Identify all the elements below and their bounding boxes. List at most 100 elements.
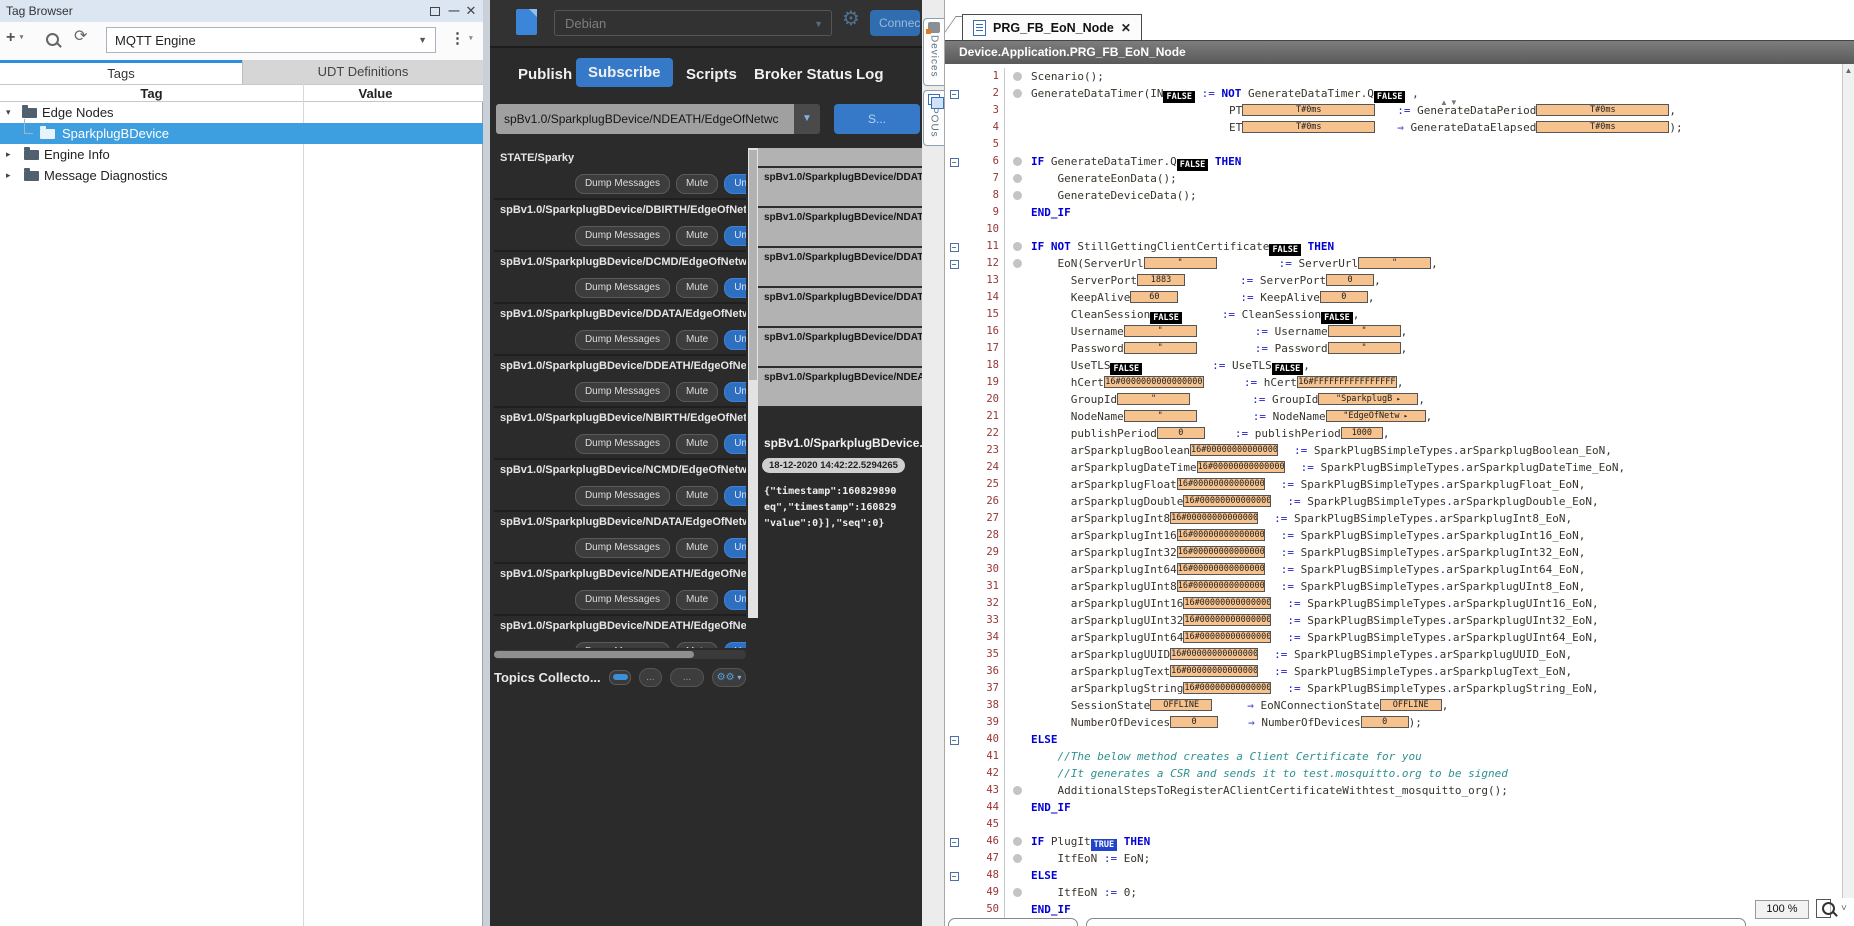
code-line[interactable]: 18 UseTLSFALSE:= UseTLSFALSE, [945, 357, 1854, 374]
unsubscribe-button[interactable]: Uns [724, 174, 746, 194]
nav-tab-publish[interactable]: Publish [518, 66, 572, 83]
subscription-row[interactable]: spBv1.0/SparkplugBDevice/DCMD/EdgeOfNetw… [494, 252, 746, 304]
code-line[interactable]: 49 ItfEoN := 0; [945, 884, 1854, 901]
code-line[interactable]: 47 ItfEoN := EoN; [945, 850, 1854, 867]
code-line[interactable]: 21 NodeName":= NodeName"EdgeOfNetw ▸, [945, 408, 1854, 425]
tab-udt-definitions[interactable]: UDT Definitions [242, 60, 483, 84]
close-tab-icon[interactable]: ✕ [1121, 21, 1131, 35]
subscription-row[interactable]: STATE/SparkyDump MessagesMuteUns [494, 148, 746, 200]
code-line[interactable]: 19 hCert16#0000000000000000:= hCert16#FF… [945, 374, 1854, 391]
received-topic-row[interactable]: spBv1.0/SparkplugBDevice/DDATA/EdgeOfNet… [758, 288, 922, 328]
code-line[interactable]: −12 EoN(ServerUrl":= ServerUrl", [945, 255, 1854, 272]
code-line[interactable]: 42 //It generates a CSR and sends it to … [945, 765, 1854, 782]
mute-button[interactable]: Mute [676, 330, 718, 350]
dump-messages-button[interactable]: Dump Messages [575, 174, 670, 194]
expand-arrow-icon[interactable]: ▸ [6, 165, 11, 186]
code-line[interactable]: 27 arSparkplugInt816#0000000000000000:= … [945, 510, 1854, 527]
dump-messages-button[interactable]: Dump Messages [575, 590, 670, 610]
code-line[interactable]: 13 ServerPort1883:= ServerPort0, [945, 272, 1854, 289]
subscription-row[interactable]: spBv1.0/SparkplugBDevice/NCMD/EdgeOfNetw… [494, 460, 746, 512]
nav-tab-subscribe[interactable]: Subscribe [576, 58, 673, 87]
new-connection-icon[interactable] [516, 9, 537, 35]
fold-toggle-icon[interactable]: − [950, 736, 959, 745]
subscription-row[interactable]: spBv1.0/SparkplugBDevice/NBIRTH/EdgeOfNe… [494, 408, 746, 460]
mute-button[interactable]: Mute [676, 642, 718, 648]
fold-toggle-icon[interactable]: − [950, 872, 959, 881]
code-line[interactable]: 45 [945, 816, 1854, 833]
code-line[interactable]: 43 AdditionalStepsToRegisterAClientCerti… [945, 782, 1854, 799]
expand-arrow-icon[interactable]: ▸ [6, 144, 11, 165]
tree-row[interactable]: ▾Edge Nodes [0, 102, 483, 123]
code-lines[interactable]: 1Scenario();−2GenerateDataTimer(INFALSE … [945, 64, 1854, 918]
code-line[interactable]: 30 arSparkplugInt6416#0000000000000000:=… [945, 561, 1854, 578]
editor-hscroll-thumb-left[interactable] [948, 918, 1078, 926]
tree-row[interactable]: ▸Message Diagnostics [0, 165, 483, 186]
overflow-menu-icon[interactable]: ⋮ ▾ [450, 29, 473, 47]
unsubscribe-button[interactable]: Uns [724, 330, 746, 350]
subscription-row[interactable]: spBv1.0/SparkplugBDevice/NDEATH/EdgeOfNe… [494, 616, 746, 648]
code-line[interactable]: 38 SessionStateOFFLINE⇒ EoNConnectionSta… [945, 697, 1854, 714]
dump-messages-button[interactable]: Dump Messages [575, 278, 670, 298]
column-divider[interactable] [303, 84, 304, 926]
tab-pous[interactable]: POUs [923, 90, 944, 146]
subscription-hscrollbar[interactable] [494, 650, 746, 659]
zoom-magnifier-icon[interactable] [1814, 898, 1838, 920]
received-topic-row[interactable] [758, 148, 922, 168]
unsubscribe-button[interactable]: Uns [724, 382, 746, 402]
chevron-down-icon[interactable]: ▼ [794, 104, 820, 134]
code-line[interactable]: 32 arSparkplugUInt1616#0000000000000000:… [945, 595, 1854, 612]
code-line[interactable]: 41 //The below method creates a Client C… [945, 748, 1854, 765]
code-line[interactable]: 14 KeepAlive60:= KeepAlive0, [945, 289, 1854, 306]
subscription-row[interactable]: spBv1.0/SparkplugBDevice/DBIRTH/EdgeOfNe… [494, 200, 746, 252]
collector-button-1[interactable]: ... [639, 668, 662, 687]
gear-icon[interactable]: ⚙ [842, 6, 860, 31]
code-line[interactable]: 35 arSparkplugUUID16#0000000000000000:= … [945, 646, 1854, 663]
mute-button[interactable]: Mute [676, 174, 718, 194]
mute-button[interactable]: Mute [676, 590, 718, 610]
mute-button[interactable]: Mute [676, 538, 718, 558]
code-line[interactable]: −48ELSE [945, 867, 1854, 884]
unsubscribe-button[interactable]: Uns [724, 538, 746, 558]
chevron-down-icon[interactable]: ▼ [418, 35, 427, 45]
subscribe-topic-combobox[interactable]: spBv1.0/SparkplugBDevice/NDEATH/EdgeOfNe… [496, 104, 794, 134]
fold-toggle-icon[interactable]: − [950, 158, 959, 167]
unsubscribe-button[interactable]: Uns [724, 434, 746, 454]
nav-tab-log[interactable]: Log [856, 66, 884, 83]
tag-browser-titlebar[interactable]: Tag Browser — ✕ [0, 0, 483, 23]
subscription-row[interactable]: spBv1.0/SparkplugBDevice/NDATA/EdgeOfNet… [494, 512, 746, 564]
subscribe-button[interactable]: S... [834, 104, 920, 134]
code-line[interactable]: 24 arSparkplugDateTime16#000000000000000… [945, 459, 1854, 476]
received-topic-row[interactable]: spBv1.0/SparkplugBDevice/NDEATH/EdgeOfNe… [758, 368, 922, 408]
nav-tab-broker-status[interactable]: Broker Status [754, 66, 852, 83]
dump-messages-button[interactable]: Dump Messages [575, 330, 670, 350]
refresh-icon[interactable]: ⟳ [74, 26, 87, 46]
collector-toggle[interactable] [609, 670, 631, 685]
search-icon[interactable] [46, 33, 59, 46]
code-line[interactable]: 9END_IF [945, 204, 1854, 221]
received-topic-row[interactable]: spBv1.0/SparkplugBDevice/DDATA/EdgeOfNet… [758, 168, 922, 208]
scroll-up-icon[interactable]: ▲ [1843, 64, 1854, 75]
received-topic-row[interactable]: spBv1.0/SparkplugBDevice/DDATA/EdgeOfNet… [758, 328, 922, 368]
column-header-value[interactable]: Value [303, 86, 448, 101]
code-line[interactable]: 44END_IF [945, 799, 1854, 816]
mute-button[interactable]: Mute [676, 434, 718, 454]
unsubscribe-button[interactable]: Uns [724, 590, 746, 610]
code-line[interactable]: −40ELSE [945, 731, 1854, 748]
nav-tab-scripts[interactable]: Scripts [686, 66, 737, 83]
fold-toggle-icon[interactable]: − [950, 838, 959, 847]
connection-combobox[interactable]: Debian ▼ [554, 10, 832, 36]
subscription-scrollbar[interactable] [748, 148, 758, 618]
code-line[interactable]: 37 arSparkplugString16#0000000000000000:… [945, 680, 1854, 697]
editor-vscrollbar[interactable]: ▲ [1842, 64, 1854, 898]
code-line[interactable]: 29 arSparkplugInt3216#0000000000000000:=… [945, 544, 1854, 561]
dump-messages-button[interactable]: Dump Messages [575, 486, 670, 506]
tab-tags[interactable]: Tags [0, 63, 242, 84]
dump-messages-button[interactable]: Dump Messages [575, 382, 670, 402]
code-line[interactable]: 22 publishPeriod0:= publishPeriod1000, [945, 425, 1854, 442]
code-line[interactable]: 7 GenerateEonData(); [945, 170, 1854, 187]
close-window-icon[interactable]: ✕ [464, 4, 478, 18]
add-tag-button[interactable]: + ▾ [6, 29, 23, 47]
code-line[interactable]: 10 [945, 221, 1854, 238]
tree-row[interactable]: ▸Engine Info [0, 144, 483, 165]
dump-messages-button[interactable]: Dump Messages [575, 538, 670, 558]
